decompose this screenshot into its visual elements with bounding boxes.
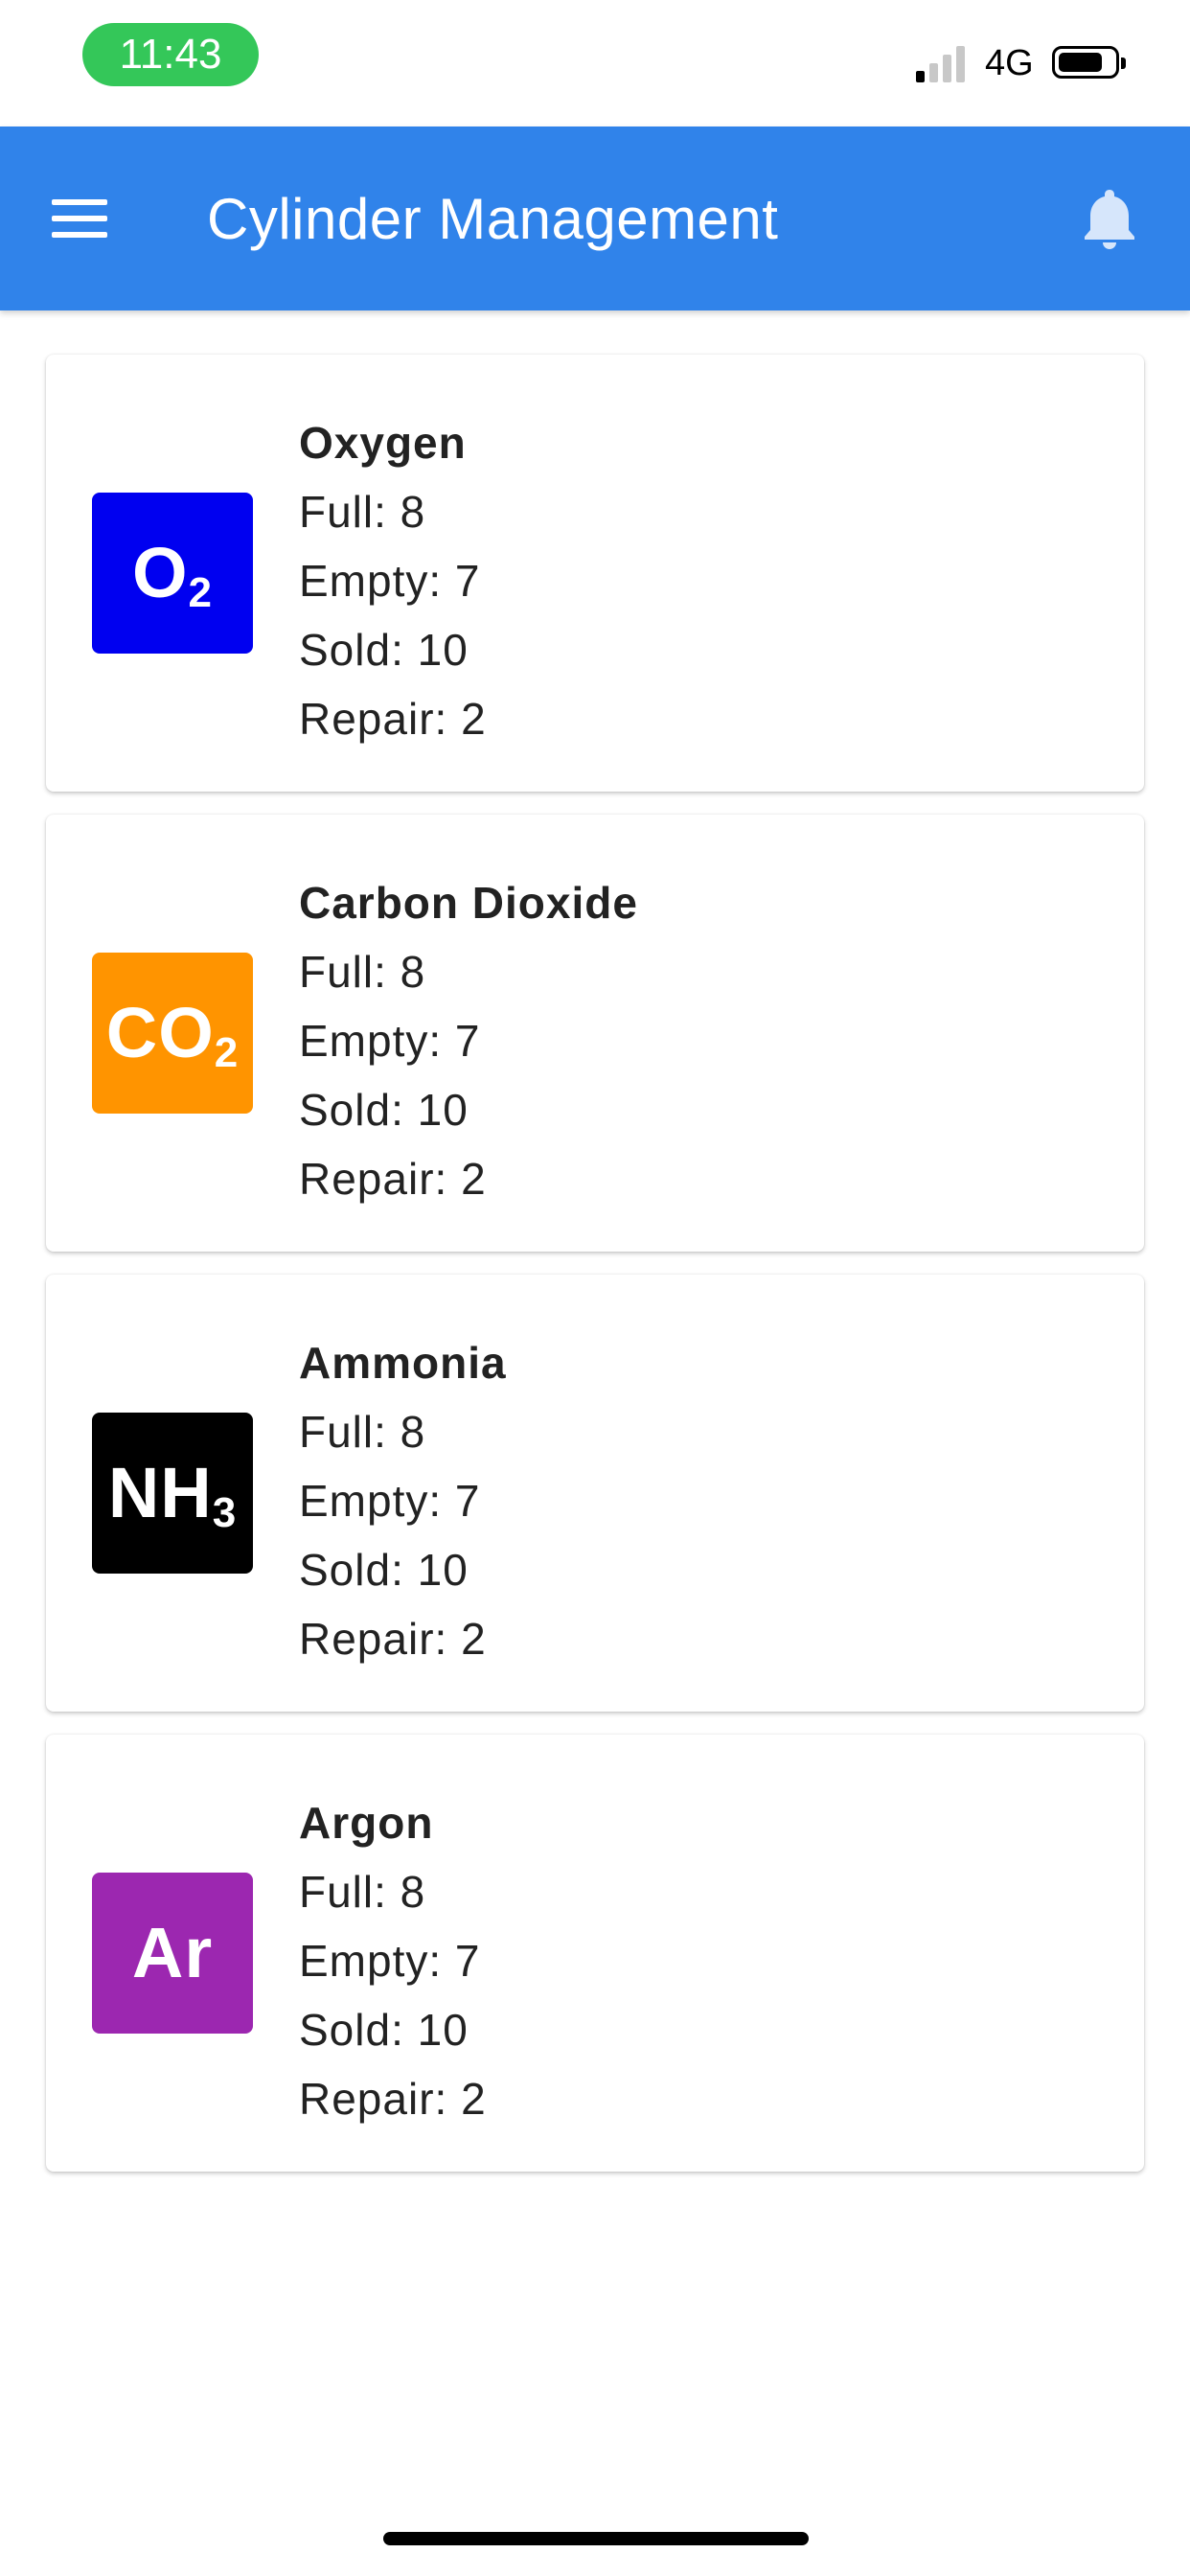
- signal-bar: [943, 55, 951, 82]
- signal-bar: [916, 71, 925, 82]
- battery-cap: [1121, 58, 1126, 69]
- screen: 11:43 4G Cylinder Management O2 Oxygen F…: [0, 0, 1190, 2576]
- menu-line: [52, 232, 107, 238]
- bell-icon[interactable]: [1081, 186, 1138, 251]
- sold-count: Sold: 10: [299, 625, 469, 675]
- sold-count: Sold: 10: [299, 1545, 469, 1595]
- gas-info: Argon Full: 8 Empty: 7 Sold: 10 Repair: …: [299, 1788, 487, 2133]
- status-time: 11:43: [82, 23, 259, 86]
- bell-icon-glyph: [1085, 190, 1134, 249]
- gas-symbol-tile: Ar: [92, 1873, 253, 2034]
- empty-count: Empty: 7: [299, 1476, 481, 1526]
- gas-symbol-tile: NH3: [92, 1413, 253, 1574]
- gas-name: Argon: [299, 1798, 434, 1848]
- signal-bar: [956, 46, 965, 82]
- gas-card-carbon-dioxide[interactable]: CO2 Carbon Dioxide Full: 8 Empty: 7 Sold…: [46, 815, 1144, 1252]
- menu-line: [52, 216, 107, 221]
- repair-count: Repair: 2: [299, 1614, 487, 1664]
- network-type: 4G: [985, 43, 1034, 83]
- gas-info: Ammonia Full: 8 Empty: 7 Sold: 10 Repair…: [299, 1328, 507, 1673]
- gas-name: Ammonia: [299, 1338, 507, 1388]
- gas-info: Carbon Dioxide Full: 8 Empty: 7 Sold: 10…: [299, 868, 638, 1213]
- gas-name: Oxygen: [299, 418, 467, 468]
- gas-symbol-tile: O2: [92, 493, 253, 654]
- app-title: Cylinder Management: [207, 187, 779, 251]
- gas-symbol-subscript: 2: [188, 569, 214, 616]
- empty-count: Empty: 7: [299, 556, 481, 606]
- gas-symbol: NH: [107, 1453, 213, 1532]
- gas-card-oxygen[interactable]: O2 Oxygen Full: 8 Empty: 7 Sold: 10 Repa…: [46, 355, 1144, 792]
- menu-line: [52, 199, 107, 205]
- signal-bar: [929, 63, 938, 82]
- sold-count: Sold: 10: [299, 1085, 469, 1135]
- sold-count: Sold: 10: [299, 2005, 469, 2055]
- gas-symbol: CO: [105, 993, 215, 1072]
- repair-count: Repair: 2: [299, 1154, 487, 1204]
- gas-symbol-subscript: 2: [214, 1029, 240, 1076]
- cellular-signal-icon: [916, 44, 970, 82]
- gas-symbol-tile: CO2: [92, 953, 253, 1114]
- gas-symbol-subscript: 3: [212, 1489, 238, 1536]
- gas-symbol: Ar: [131, 1913, 214, 1992]
- gas-info: Oxygen Full: 8 Empty: 7 Sold: 10 Repair:…: [299, 408, 487, 753]
- hamburger-menu-icon[interactable]: [52, 199, 107, 238]
- gas-card-argon[interactable]: Ar Argon Full: 8 Empty: 7 Sold: 10 Repai…: [46, 1735, 1144, 2172]
- full-count: Full: 8: [299, 1407, 426, 1457]
- home-indicator[interactable]: [383, 2532, 809, 2545]
- cylinder-card-list: O2 Oxygen Full: 8 Empty: 7 Sold: 10 Repa…: [46, 355, 1144, 2195]
- gas-card-ammonia[interactable]: NH3 Ammonia Full: 8 Empty: 7 Sold: 10 Re…: [46, 1275, 1144, 1712]
- gas-name: Carbon Dioxide: [299, 878, 638, 928]
- full-count: Full: 8: [299, 1867, 426, 1917]
- full-count: Full: 8: [299, 947, 426, 997]
- battery-level: [1059, 53, 1102, 72]
- gas-symbol: O: [131, 533, 189, 612]
- app-bar: Cylinder Management: [0, 126, 1190, 310]
- full-count: Full: 8: [299, 487, 426, 537]
- repair-count: Repair: 2: [299, 694, 487, 744]
- empty-count: Empty: 7: [299, 1016, 481, 1066]
- status-bar: 11:43 4G: [0, 0, 1190, 126]
- battery-icon: [1052, 46, 1126, 79]
- empty-count: Empty: 7: [299, 1936, 481, 1986]
- repair-count: Repair: 2: [299, 2074, 487, 2124]
